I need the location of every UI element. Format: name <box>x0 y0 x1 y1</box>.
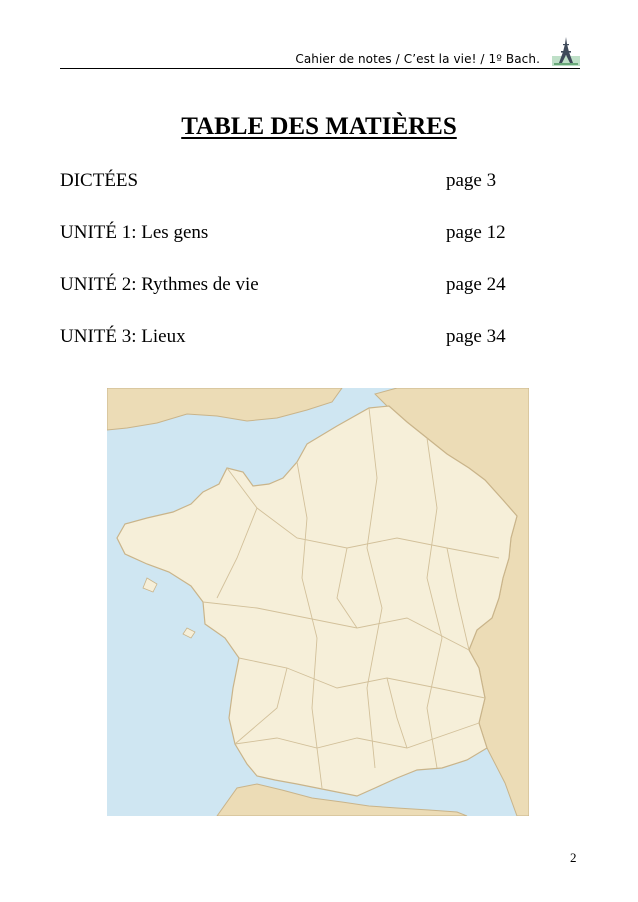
toc-entry-label: DICTÉES <box>60 170 139 191</box>
toc-entry: UNITÉ 3: Lieux page 34 <box>60 326 580 378</box>
eiffel-tower-icon <box>552 37 580 66</box>
table-of-contents: DICTÉES page 3 UNITÉ 1: Les gens page 12… <box>60 170 580 378</box>
running-title: Cahier de notes / C’est la vie! / 1º Bac… <box>295 52 540 66</box>
toc-entry-label: UNITÉ 3: Lieux <box>60 326 186 347</box>
toc-entry-label: UNITÉ 2: Rythmes de vie <box>60 274 259 295</box>
toc-entry-page: page 34 <box>446 326 506 347</box>
toc-entry-page: page 24 <box>446 274 506 295</box>
toc-entry-label: UNITÉ 1: Les gens <box>60 222 209 243</box>
toc-entry: DICTÉES page 3 <box>60 170 580 222</box>
toc-entry: UNITÉ 1: Les gens page 12 <box>60 222 580 274</box>
page-title: TABLE DES MATIÈRES <box>181 113 457 140</box>
toc-entry-page: page 12 <box>446 222 506 243</box>
toc-entry: UNITÉ 2: Rythmes de vie page 24 <box>60 274 580 326</box>
page-header: Cahier de notes / C’est la vie! / 1º Bac… <box>60 34 580 69</box>
page-number: 2 <box>570 850 577 865</box>
toc-entry-page: page 3 <box>446 170 497 191</box>
france-regions-map <box>107 388 529 816</box>
